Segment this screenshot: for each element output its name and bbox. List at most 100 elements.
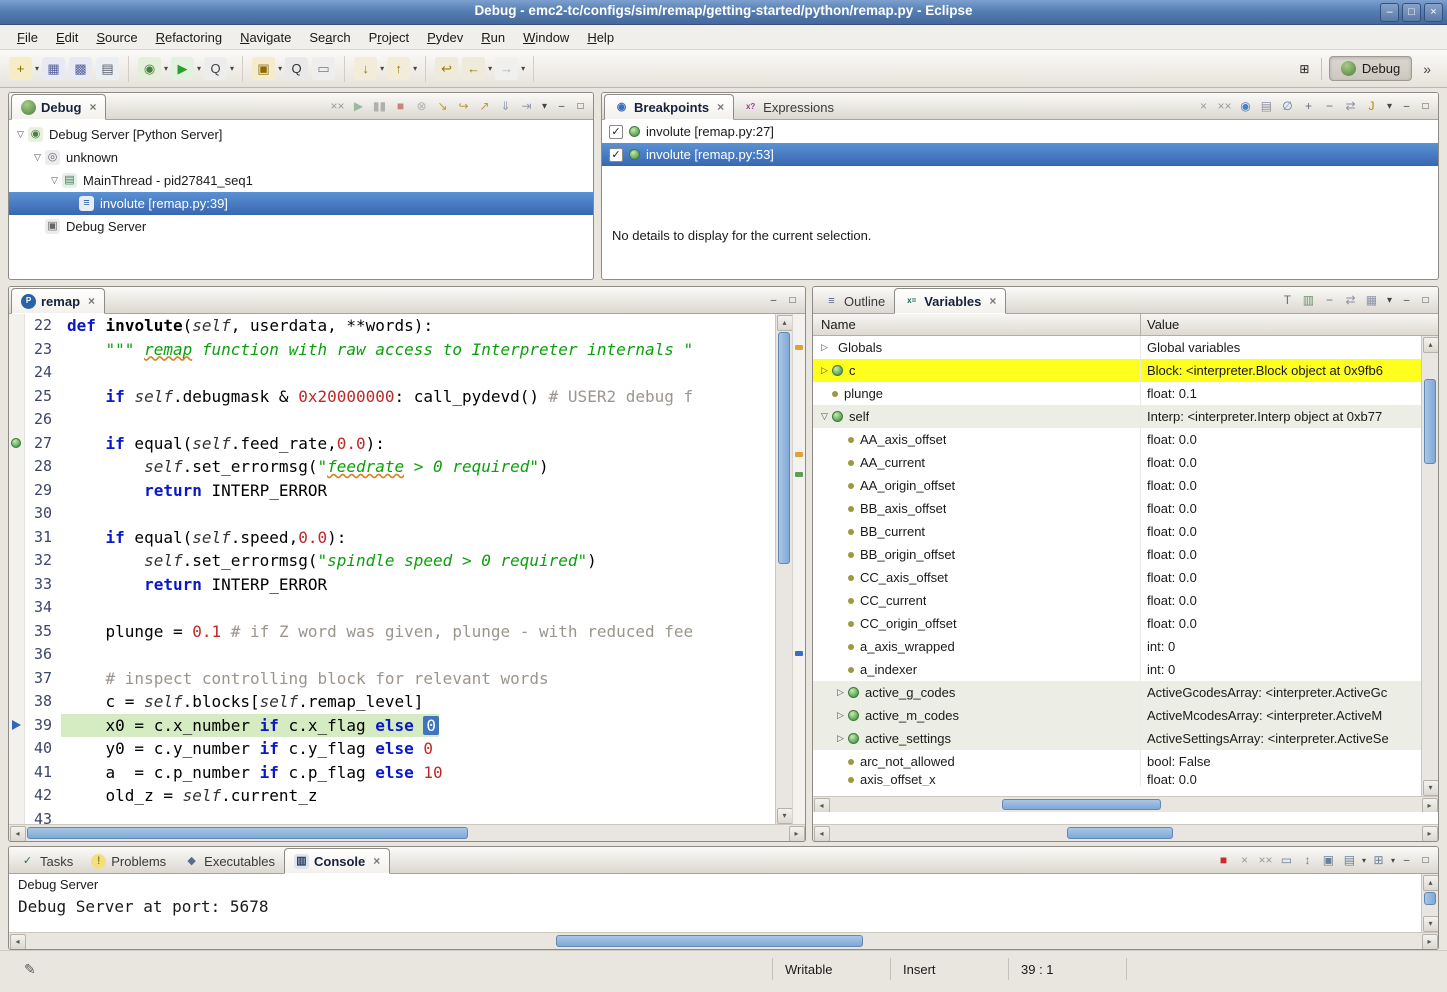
view-menu-icon[interactable]: ▾: [1383, 101, 1396, 112]
annotation-ruler-cell[interactable]: [9, 549, 25, 573]
code-line[interactable]: 40 y0 = c.y_number if c.y_flag else 0: [9, 737, 775, 761]
remove-breakpoint-icon[interactable]: ×: [1194, 97, 1213, 116]
collapse-all-icon[interactable]: −: [1320, 291, 1339, 310]
new-pydev-module-icon[interactable]: ▣: [252, 57, 275, 80]
menu-project[interactable]: Project: [360, 27, 418, 48]
tab-executables[interactable]: ◆Executables: [175, 849, 284, 873]
code-line[interactable]: 31 if equal(self.speed,0.0):: [9, 526, 775, 550]
breakpoint-checkbox[interactable]: ✓: [609, 148, 623, 162]
scrollbar-track[interactable]: [777, 332, 791, 806]
variable-row[interactable]: AA_axis_offsetfloat: 0.0: [813, 428, 1421, 451]
variable-row[interactable]: ▷active_g_codesActiveGcodesArray: <inter…: [813, 681, 1421, 704]
close-tab-icon[interactable]: ×: [88, 294, 95, 308]
code-line[interactable]: 30: [9, 502, 775, 526]
scroll-lock-icon[interactable]: ↕: [1298, 851, 1317, 870]
annotation-ruler-cell[interactable]: [9, 808, 25, 825]
tree-expander-icon[interactable]: ▷: [833, 733, 848, 744]
scroll-right-icon[interactable]: ▸: [1422, 826, 1438, 842]
tab-remap[interactable]: Premap×: [11, 288, 105, 314]
maximize-view-icon[interactable]: □: [1417, 98, 1434, 114]
annotation-ruler-cell[interactable]: [9, 338, 25, 362]
annotation-ruler-cell[interactable]: [9, 314, 25, 338]
variable-row[interactable]: axis_offset_xfloat: 0.0: [813, 773, 1421, 786]
maximize-view-icon[interactable]: □: [1417, 292, 1434, 308]
step-return-icon[interactable]: ↗: [475, 97, 494, 116]
variable-row[interactable]: ▽selfInterp: <interpreter.Interp object …: [813, 405, 1421, 428]
run-icon[interactable]: ▶: [171, 57, 194, 80]
forward-dropdown[interactable]: ▾: [521, 64, 525, 73]
minimize-view-icon[interactable]: –: [1398, 98, 1415, 114]
view-menu-icon[interactable]: ▾: [1383, 295, 1396, 306]
annotation-ruler-cell[interactable]: [9, 667, 25, 691]
variable-row[interactable]: plungefloat: 0.1: [813, 382, 1421, 405]
debug-tree-item[interactable]: ▽◉Debug Server [Python Server]: [9, 123, 593, 146]
disconnect-icon[interactable]: ⊗: [412, 97, 431, 116]
save-icon[interactable]: ▦: [42, 57, 65, 80]
code-line[interactable]: 26: [9, 408, 775, 432]
variable-row[interactable]: a_indexerint: 0: [813, 658, 1421, 681]
code-line[interactable]: 38 c = self.blocks[self.remap_level]: [9, 690, 775, 714]
code-line[interactable]: 41 a = c.p_number if c.p_flag else 10: [9, 761, 775, 785]
tree-expander-icon[interactable]: ▷: [817, 365, 832, 376]
minimize-view-icon[interactable]: –: [553, 98, 570, 114]
minimize-view-icon[interactable]: –: [1398, 852, 1415, 868]
code-editor[interactable]: 22def involute(self, userdata, **words):…: [9, 314, 775, 824]
link-with-frame-icon[interactable]: ⇄: [1341, 291, 1360, 310]
link-with-debug-view-icon[interactable]: ⇄: [1341, 97, 1360, 116]
debug-icon[interactable]: ◉: [138, 57, 161, 80]
minimize-view-icon[interactable]: –: [1398, 292, 1415, 308]
breakpoint-item[interactable]: ✓involute [remap.py:53]: [602, 143, 1438, 166]
add-exception-breakpoint-icon[interactable]: J: [1362, 97, 1381, 116]
open-perspective-icon[interactable]: ⊞: [1295, 59, 1314, 78]
variables-vertical-scrollbar[interactable]: ▴ ▾: [1421, 336, 1438, 796]
code-line[interactable]: 36: [9, 643, 775, 667]
show-breakpoints-for-icon[interactable]: ◉: [1236, 97, 1255, 116]
editor-vertical-scrollbar[interactable]: ▴ ▾: [775, 314, 792, 824]
terminate-icon[interactable]: ■: [1214, 851, 1233, 870]
scrollbar-thumb[interactable]: [27, 827, 468, 839]
annotation-ruler-cell[interactable]: [9, 526, 25, 550]
code-line[interactable]: 22def involute(self, userdata, **words):: [9, 314, 775, 338]
maximize-view-icon[interactable]: □: [572, 98, 589, 114]
breakpoint-checkbox[interactable]: ✓: [609, 125, 623, 139]
variable-row[interactable]: CC_axis_offsetfloat: 0.0: [813, 566, 1421, 589]
previous-annotation-dropdown[interactable]: ▾: [413, 64, 417, 73]
run-dropdown[interactable]: ▾: [197, 64, 201, 73]
variable-row[interactable]: BB_currentfloat: 0.0: [813, 520, 1421, 543]
menu-navigate[interactable]: Navigate: [231, 27, 300, 48]
editor-horizontal-scrollbar[interactable]: ◂ ▸: [9, 824, 805, 841]
clear-console-icon[interactable]: ▭: [1277, 851, 1296, 870]
scrollbar-thumb[interactable]: [778, 332, 790, 564]
menu-window[interactable]: Window: [514, 27, 578, 48]
save-all-icon[interactable]: ▩: [69, 57, 92, 80]
print-icon[interactable]: ▤: [96, 57, 119, 80]
debug-tree-item[interactable]: ▣Debug Server: [9, 215, 593, 238]
tree-expander-icon[interactable]: ▷: [833, 710, 848, 721]
tab-variables[interactable]: x=Variables×: [894, 288, 1006, 314]
remove-all-terminated-icon[interactable]: ××: [328, 97, 347, 116]
remove-launch-icon[interactable]: ×: [1235, 851, 1254, 870]
scrollbar-thumb[interactable]: [556, 935, 862, 947]
search-icon[interactable]: Q: [285, 57, 308, 80]
annotation-ruler-cell[interactable]: [9, 479, 25, 503]
variable-row[interactable]: a_axis_wrappedint: 0: [813, 635, 1421, 658]
variable-row[interactable]: BB_origin_offsetfloat: 0.0: [813, 543, 1421, 566]
display-selected-console-dropdown[interactable]: ▾: [1362, 856, 1366, 865]
external-tools-icon[interactable]: Q: [204, 57, 227, 80]
code-line[interactable]: 33 return INTERP_ERROR: [9, 573, 775, 597]
tree-expander-icon[interactable]: ▽: [47, 175, 62, 186]
code-line[interactable]: 23 """ remap function with raw access to…: [9, 338, 775, 362]
code-line[interactable]: 24: [9, 361, 775, 385]
console-vertical-scrollbar[interactable]: ▴ ▾: [1421, 874, 1438, 932]
variable-row[interactable]: ▷active_m_codesActiveMcodesArray: <inter…: [813, 704, 1421, 727]
display-selected-console-icon[interactable]: ▤: [1340, 851, 1359, 870]
close-tab-icon[interactable]: ×: [717, 100, 724, 114]
warning-mark[interactable]: [795, 345, 803, 350]
go-to-file-icon[interactable]: ▤: [1257, 97, 1276, 116]
scroll-up-icon[interactable]: ▴: [1423, 875, 1439, 891]
debug-tree-item[interactable]: ≡involute [remap.py:39]: [9, 192, 593, 215]
close-button[interactable]: ×: [1424, 3, 1443, 22]
scrollbar-track[interactable]: [831, 826, 1420, 840]
code-line[interactable]: 27 if equal(self.feed_rate,0.0):: [9, 432, 775, 456]
breakpoint-item[interactable]: ✓involute [remap.py:27]: [602, 120, 1438, 143]
